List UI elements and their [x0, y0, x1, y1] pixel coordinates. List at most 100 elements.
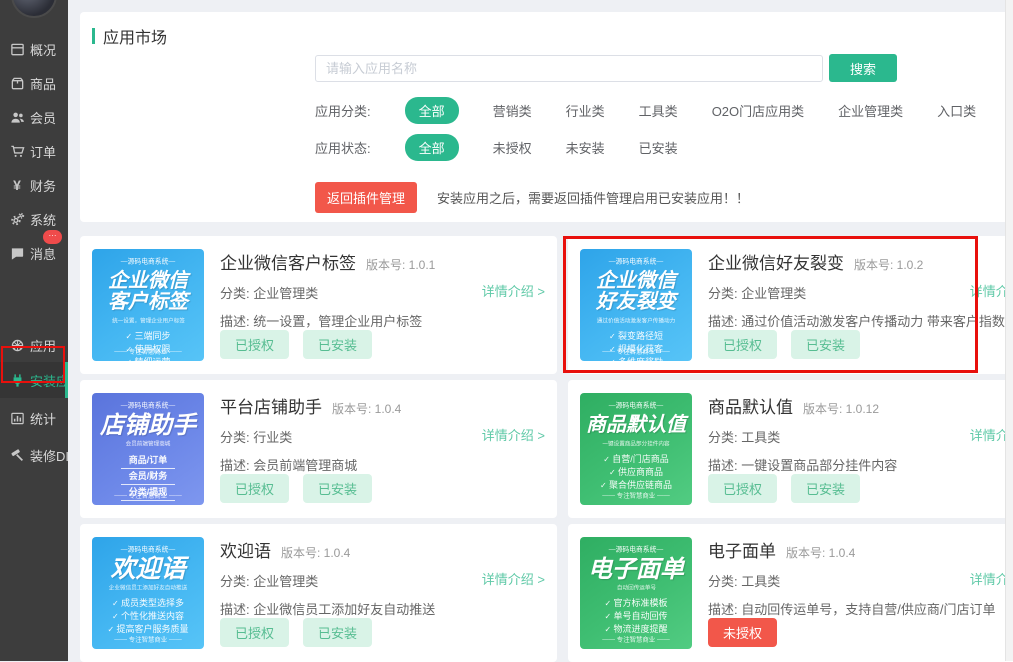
authorized-badge[interactable]: 已授权	[708, 474, 777, 503]
installed-badge[interactable]: 已安装	[791, 330, 860, 359]
search-button[interactable]: 搜索	[829, 54, 897, 82]
thumb-bullets: 成员类型选择多个性化推送内容提高客户服务质量	[108, 597, 189, 636]
main-content: 应用市场 搜索 应用分类: 全部 营销类 行业类 工具类 O2O门店应用类 企业…	[68, 0, 1013, 661]
sidebar-item-apps[interactable]: 应用	[0, 328, 68, 362]
status-filter-row: 应用状态: 全部 未授权 未安装 已安装	[315, 135, 1013, 160]
panel-controls: 搜索 应用分类: 全部 营销类 行业类 工具类 O2O门店应用类 企业管理类 入…	[315, 54, 1013, 213]
thumb-top-label: —源码电商系统—	[121, 257, 175, 266]
app-card-info: 企业微信好友裂变 版本号: 1.0.2 分类: 企业管理类 描述: 通过价值活动…	[708, 249, 1013, 361]
app-thumbnail: —源码电商系统— 欢迎语 企业微信员工添加好友自动推送 成员类型选择多个性化推送…	[92, 537, 204, 649]
thumb-top-label: —源码电商系统—	[609, 545, 663, 554]
category-label: 应用分类:	[315, 101, 371, 120]
sidebar-item-install-apps[interactable]: 安装应用	[0, 362, 68, 398]
thumb-bullets: 裂变路径短规模化获客多维度奖励	[609, 330, 663, 361]
thumb-bottom-label: —— 专注智慧商业 ——	[103, 635, 193, 644]
sidebar-item-finance[interactable]: ¥ 财务	[0, 168, 68, 202]
authorized-badge[interactable]: 已授权	[220, 618, 289, 647]
sidebar-item-goods[interactable]: 商品	[0, 66, 68, 100]
app-card-info: 商品默认值 版本号: 1.0.12 分类: 工具类 描述: 一键设置商品部分挂件…	[708, 393, 1013, 505]
app-card-info: 电子面单 版本号: 1.0.4 分类: 工具类 描述: 自动回传运单号，支持自营…	[708, 537, 1013, 649]
message-count-badge: ···	[43, 230, 62, 244]
app-version: 版本号: 1.0.4	[786, 544, 855, 561]
app-description: 描述: 企业微信员工添加好友自动推送	[220, 599, 545, 618]
sidebar-item-overview[interactable]: 概况	[0, 32, 68, 66]
thumb-title: 商品默认值	[586, 415, 686, 436]
sidebar-item-members[interactable]: 会员	[0, 100, 68, 134]
app-title: 企业微信客户标签	[220, 249, 356, 274]
status-all-pill[interactable]: 全部	[405, 134, 459, 161]
category-marketing[interactable]: 营销类	[493, 101, 532, 120]
finance-icon: ¥	[9, 177, 25, 193]
thumb-bottom-label: —— 专注智慧商业 ——	[591, 347, 681, 356]
sidebar-item-stats[interactable]: 统计	[0, 398, 68, 438]
vertical-scrollbar[interactable]	[1005, 0, 1013, 661]
category-o2o[interactable]: O2O门店应用类	[712, 101, 804, 120]
sidebar-item-diy[interactable]: 装修DIY	[0, 438, 68, 472]
thumb-subtitle: 通过价值活动激发客户传播动力	[597, 317, 675, 325]
app-title: 平台店铺助手	[220, 393, 322, 418]
installed-badge[interactable]: 已安装	[303, 330, 372, 359]
app-category: 分类: 工具类	[708, 427, 1013, 446]
installed-badge[interactable]: 已安装	[303, 474, 372, 503]
app-title: 电子面单	[708, 537, 776, 562]
app-thumbnail: —源码电商系统— 商品默认值 一键设置商品部分挂件内容 自营/门店商品供应商商品…	[580, 393, 692, 505]
thumb-bottom-label: —— 专注智慧商业 ——	[103, 347, 193, 356]
installed-badge[interactable]: 已安装	[303, 618, 372, 647]
status-uninstalled[interactable]: 未安装	[566, 138, 605, 157]
avatar[interactable]	[11, 0, 57, 18]
detail-link[interactable]: 详情介绍 >	[482, 281, 545, 300]
app-thumbnail: —源码电商系统— 电子面单 自动回传运单号 官方标准模板单号自动回传物流进度提醒…	[580, 537, 692, 649]
status-unauthorized[interactable]: 未授权	[493, 138, 532, 157]
detail-link[interactable]: 详情介绍 >	[482, 569, 545, 588]
app-description: 描述: 通过价值活动激发客户传播动力 带来客户指数级新增	[708, 311, 1013, 330]
thumb-subtitle: 会员前端管理商城	[126, 440, 171, 448]
installed-badge[interactable]: 已安装	[791, 474, 860, 503]
search-row: 搜索	[315, 54, 1013, 82]
app-card-info: 平台店铺助手 版本号: 1.0.4 分类: 行业类 描述: 会员前端管理商城 详…	[220, 393, 545, 505]
category-all-pill[interactable]: 全部	[405, 97, 459, 124]
sidebar-item-messages[interactable]: 消息 ···	[0, 236, 68, 270]
sidebar-item-label: 会员	[30, 108, 56, 127]
unauthorized-badge[interactable]: 未授权	[708, 618, 777, 647]
authorized-badge[interactable]: 已授权	[708, 330, 777, 359]
thumb-bottom-label: —— 专注智慧商业 ——	[103, 491, 193, 500]
sidebar-item-label: 应用	[30, 336, 56, 355]
thumb-subtitle: 企业微信员工添加好友自动推送	[109, 584, 187, 592]
app-description: 描述: 统一设置，管理企业用户标签	[220, 311, 545, 330]
overview-icon	[9, 41, 25, 57]
members-icon	[9, 109, 25, 125]
app-card: —源码电商系统— 店铺助手 会员前端管理商城 商品/订单会员/财务分类/提现 —…	[80, 380, 557, 518]
category-enterprise[interactable]: 企业管理类	[838, 101, 903, 120]
category-industry[interactable]: 行业类	[566, 101, 605, 120]
thumb-bottom-label: —— 专注智慧商业 ——	[591, 635, 681, 644]
goods-icon	[9, 75, 25, 91]
app-card-info: 企业微信客户标签 版本号: 1.0.1 分类: 企业管理类 描述: 统一设置，管…	[220, 249, 545, 361]
thumb-subtitle: 一键设置商品部分挂件内容	[602, 440, 669, 448]
sidebar: 概况 商品 会员 订单 ¥ 财务	[0, 0, 68, 661]
app-card: —源码电商系统— 企业微信好友裂变 通过价值活动激发客户传播动力 裂变路径短规模…	[568, 236, 1013, 374]
app-version: 版本号: 1.0.2	[854, 256, 923, 273]
app-version: 版本号: 1.0.1	[366, 256, 435, 273]
category-tools[interactable]: 工具类	[639, 101, 678, 120]
category-entry[interactable]: 入口类	[937, 101, 976, 120]
app-card: —源码电商系统— 电子面单 自动回传运单号 官方标准模板单号自动回传物流进度提醒…	[568, 524, 1013, 662]
back-to-plugins-button[interactable]: 返回插件管理	[315, 182, 417, 213]
thumb-title: 店铺助手	[100, 415, 196, 436]
sidebar-item-label: 财务	[30, 176, 56, 195]
status-installed[interactable]: 已安装	[639, 138, 678, 157]
thumb-title: 企业微信客户标签	[108, 271, 188, 313]
sidebar-item-label: 系统	[30, 210, 56, 229]
sidebar-spacer	[0, 270, 68, 328]
thumb-bullets: 官方标准模板单号自动回传物流进度提醒	[605, 597, 668, 636]
search-input[interactable]	[315, 55, 823, 82]
authorized-badge[interactable]: 已授权	[220, 474, 289, 503]
detail-link[interactable]: 详情介绍 >	[482, 425, 545, 444]
app-title: 商品默认值	[708, 393, 793, 418]
notice-row: 返回插件管理 安装应用之后，需要返回插件管理启用已安装应用！！	[315, 182, 1013, 213]
app-category: 分类: 工具类	[708, 571, 1013, 590]
authorized-badge[interactable]: 已授权	[220, 330, 289, 359]
thumb-subtitle: 统一设置，管理企业用户标签	[112, 317, 185, 325]
thumb-title: 企业微信好友裂变	[596, 271, 676, 313]
sidebar-item-label: 装修DIY	[30, 446, 68, 465]
sidebar-item-orders[interactable]: 订单	[0, 134, 68, 168]
